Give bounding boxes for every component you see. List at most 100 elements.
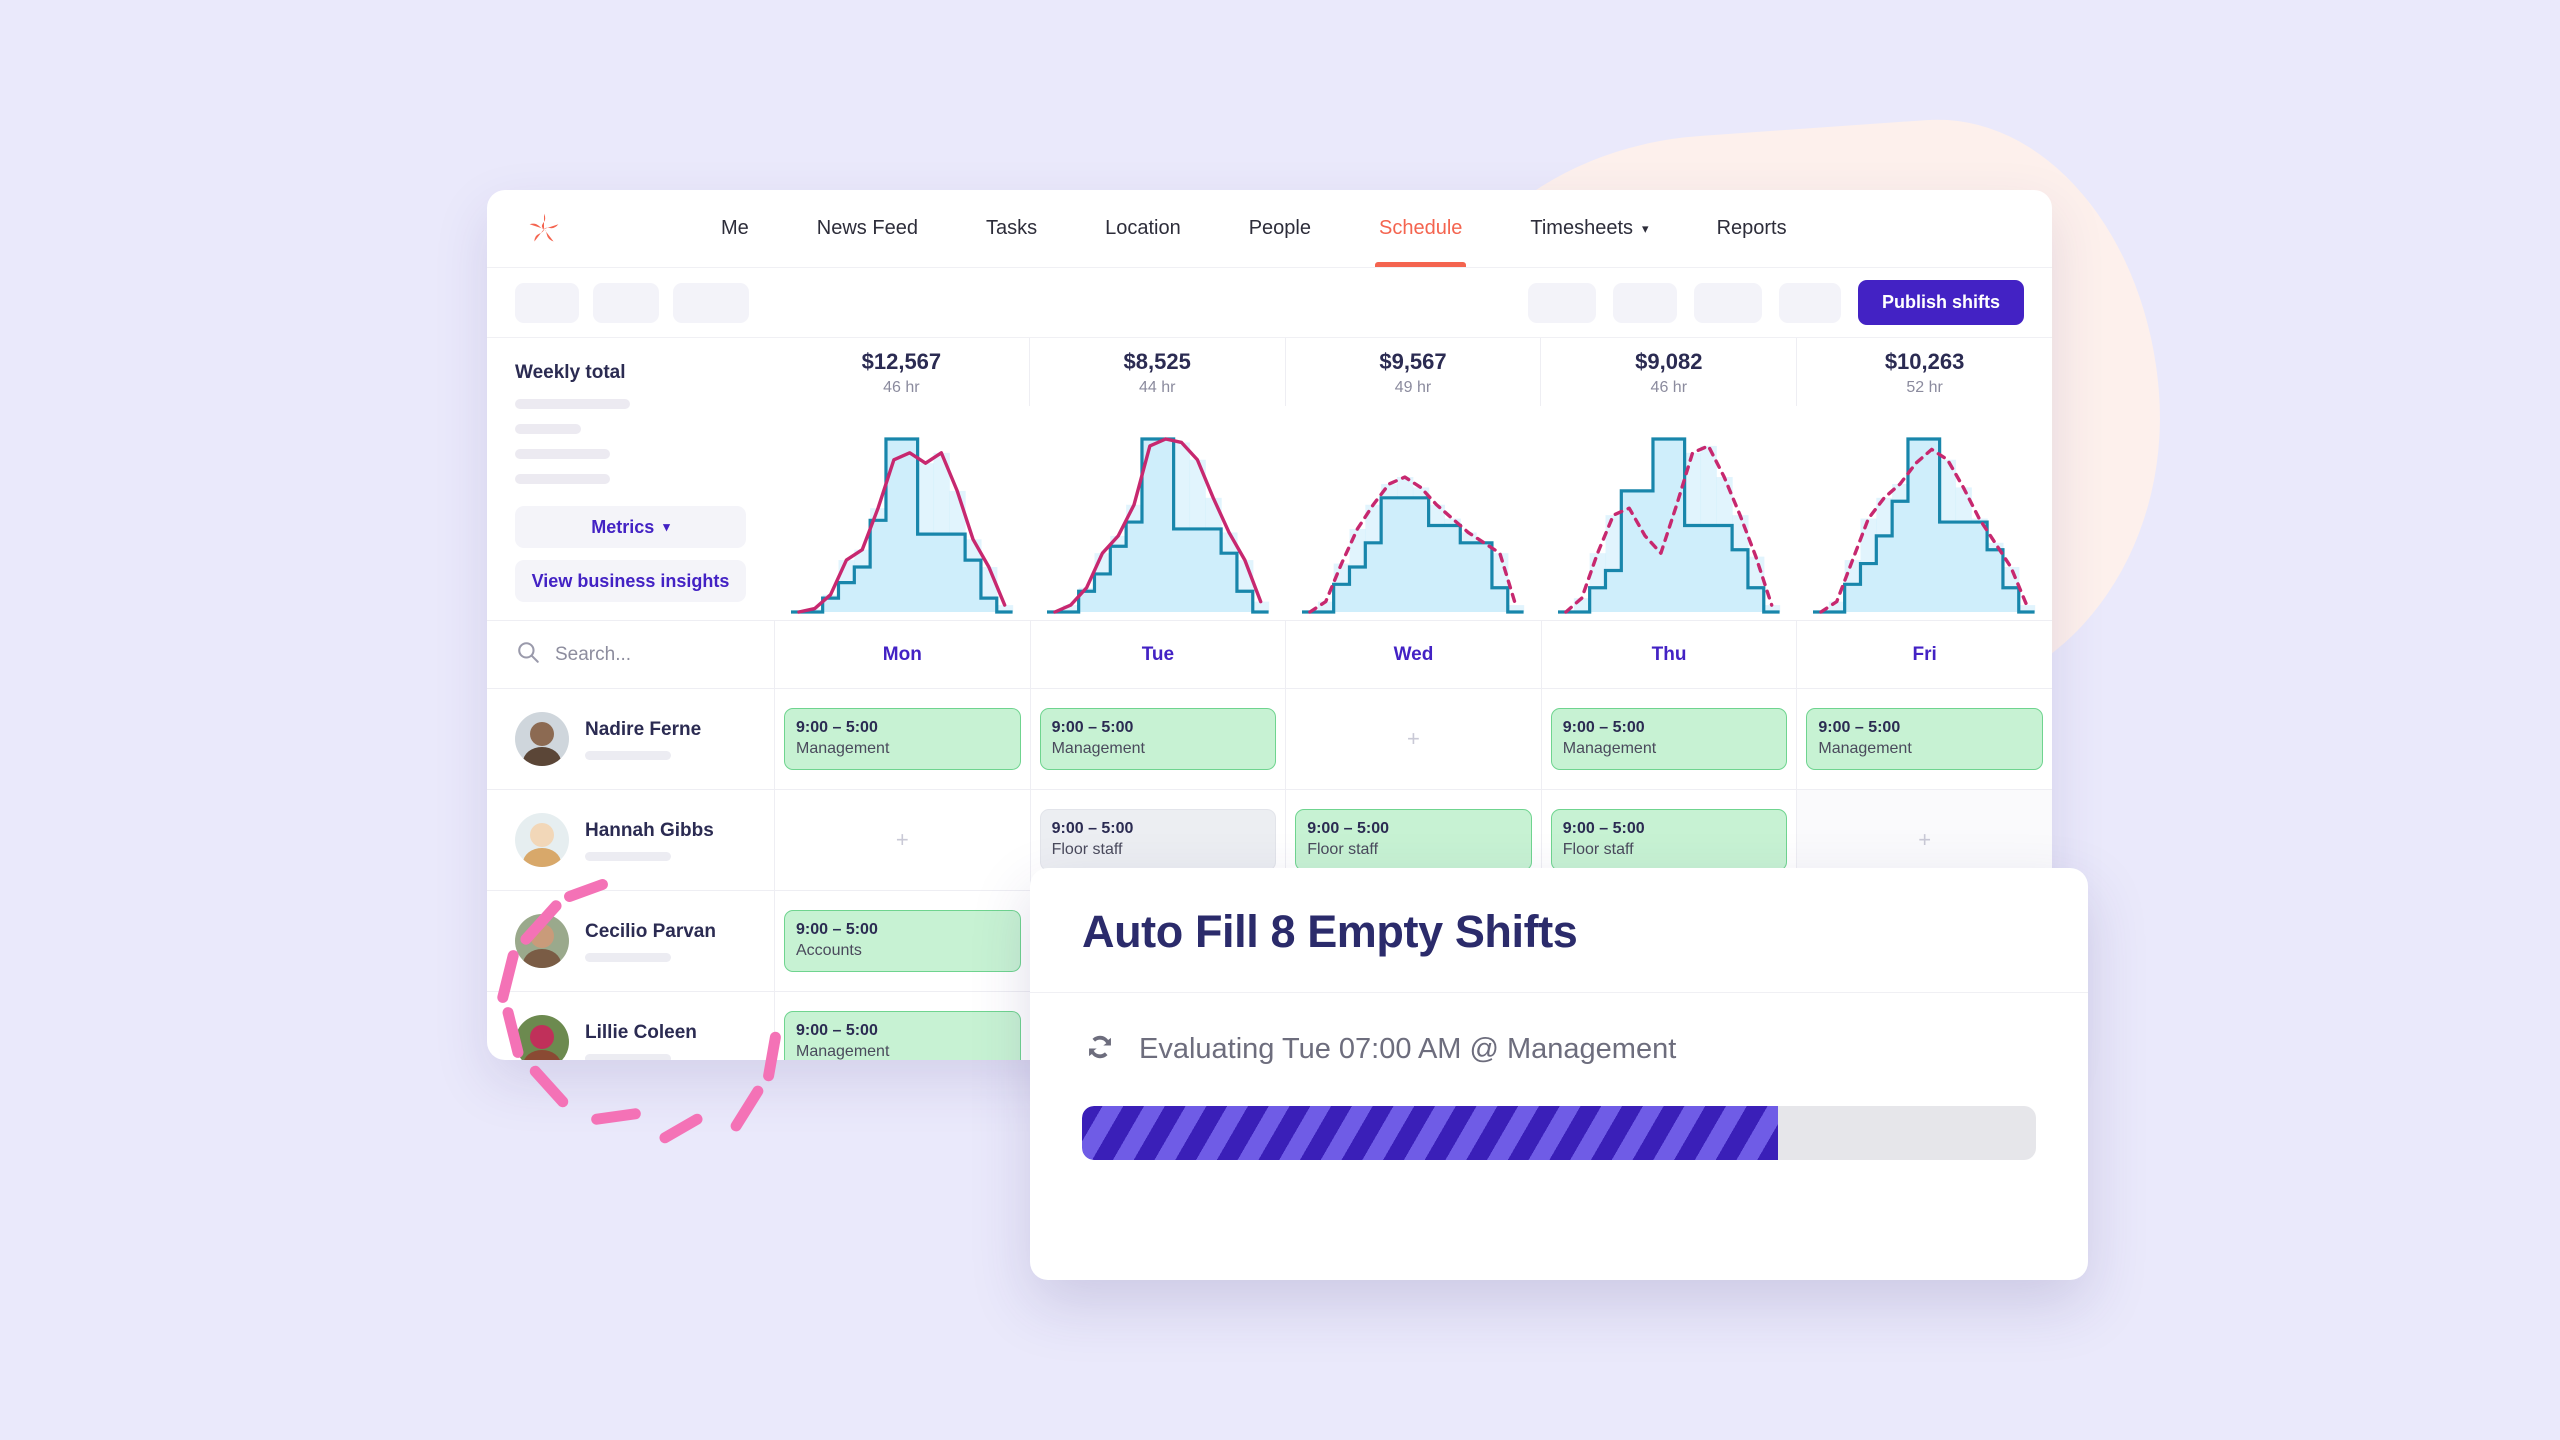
schedule-cell-fri[interactable]: 9:00 – 5:00 Management: [1796, 689, 2052, 789]
burst-ray: [527, 1063, 571, 1110]
schedule-cell-tue[interactable]: 9:00 – 5:00 Management: [1029, 689, 1286, 789]
burst-ray: [590, 1107, 642, 1126]
day-header-fri[interactable]: Fri: [1796, 621, 2052, 688]
shift-card[interactable]: 9:00 – 5:00 Management: [1550, 708, 1788, 770]
day-total-amount: $9,567: [1379, 349, 1447, 374]
person-cell[interactable]: Nadire Ferne: [487, 689, 774, 789]
shift-card[interactable]: 9:00 – 5:00 Floor staff: [1295, 809, 1532, 871]
shift-role: Management: [1818, 740, 1912, 757]
shift-card[interactable]: 9:00 – 5:00 Floor staff: [1039, 809, 1277, 871]
nav-item-news-feed[interactable]: News Feed: [783, 190, 952, 267]
coverage-chart-row: [774, 406, 2052, 620]
publish-shifts-button[interactable]: Publish shifts: [1857, 280, 2024, 325]
view-business-insights-button[interactable]: View business insights: [515, 560, 746, 602]
shift-card[interactable]: 9:00 – 5:00 Management: [1806, 708, 2043, 770]
burst-ray: [562, 877, 610, 904]
nav-item-location[interactable]: Location: [1071, 190, 1215, 267]
schedule-header-row: MonTueWedThuFri: [487, 621, 2052, 689]
metrics-dropdown-label: Metrics: [591, 516, 655, 537]
auto-fill-modal: Auto Fill 8 Empty Shifts Evaluating Tue …: [1030, 868, 2088, 1280]
burst-ray: [657, 1111, 705, 1146]
add-shift-icon[interactable]: +: [896, 829, 909, 851]
schedule-cell-mon[interactable]: 9:00 – 5:00 Management: [774, 689, 1030, 789]
add-shift-icon[interactable]: +: [1407, 728, 1420, 750]
metrics-band: Weekly total Metrics ▾ View business ins…: [487, 338, 2052, 621]
toolbar-action-group: Publish shifts: [1527, 280, 2024, 325]
day-header-wed[interactable]: Wed: [1285, 621, 1541, 688]
person-name: Hannah Gibbs: [585, 819, 714, 841]
day-total-hours: 46 hr: [883, 379, 920, 396]
shift-card[interactable]: 9:00 – 5:00 Management: [784, 708, 1021, 770]
day-total-thu: $9,082 46 hr: [1540, 338, 1796, 406]
shift-role: Floor staff: [1051, 841, 1123, 858]
schedule-cell-mon[interactable]: 9:00 – 5:00 Accounts: [774, 891, 1030, 991]
search-input[interactable]: [555, 643, 725, 666]
day-header-group: Mon Tue Wed Thu Fri: [774, 621, 2052, 688]
shift-card[interactable]: 9:00 – 5:00 Management: [1039, 708, 1277, 770]
shift-card[interactable]: 9:00 – 5:00 Management: [784, 1011, 1021, 1060]
toolbar-option-group: [1527, 282, 1841, 323]
day-header-thu[interactable]: Thu: [1540, 621, 1797, 688]
day-total-amount: $9,082: [1635, 349, 1703, 374]
chevron-down-icon: ▾: [663, 519, 670, 534]
nav-item-tasks[interactable]: Tasks: [952, 190, 1071, 267]
shift-time: 9:00 – 5:00: [796, 921, 878, 938]
person-subtitle-skeleton: [585, 750, 671, 760]
shift-time: 9:00 – 5:00: [796, 1022, 878, 1039]
add-shift-icon[interactable]: +: [1918, 829, 1931, 851]
shift-time: 9:00 – 5:00: [1562, 820, 1645, 837]
modal-header: Auto Fill 8 Empty Shifts: [1030, 868, 2088, 993]
shift-role: Floor staff: [1307, 841, 1379, 858]
day-total-hours: 52 hr: [1906, 379, 1943, 396]
day-header-mon[interactable]: Mon: [774, 621, 1030, 688]
nav-item-label: People: [1248, 217, 1311, 239]
schedule-cell-mon[interactable]: +: [774, 790, 1030, 890]
coverage-chart-fri: [1796, 406, 2052, 620]
modal-body: Evaluating Tue 07:00 AM @ Management: [1030, 993, 2088, 1160]
nav-item-reports[interactable]: Reports: [1683, 190, 1821, 267]
shift-time: 9:00 – 5:00: [796, 719, 878, 736]
screenshot-stage: Me News Feed Tasks Location People Schedule Ti…: [0, 0, 2560, 1440]
day-total-hours: 49 hr: [1394, 379, 1432, 396]
toolbar-filter-pill-3[interactable]: [673, 282, 749, 323]
coverage-chart-wed: [1285, 406, 1541, 620]
metrics-dropdown-button[interactable]: Metrics ▾: [515, 506, 746, 548]
toolbar-filter-pill-1[interactable]: [515, 282, 579, 323]
nav-item-schedule[interactable]: Schedule: [1345, 190, 1496, 267]
modal-status-text: Evaluating Tue 07:00 AM @ Management: [1139, 1033, 1677, 1065]
metrics-skeleton-group: [515, 399, 746, 484]
shift-time: 9:00 – 5:00: [1562, 719, 1645, 736]
metrics-chart-area: $12,567 46 hr $8,525 44 hr $9,567 49 hr $9,082…: [774, 338, 2052, 620]
toolbar-option-pill-3[interactable]: [1693, 282, 1762, 323]
nav-item-timesheets[interactable]: Timesheets ▾: [1496, 190, 1682, 267]
search-icon: [515, 639, 541, 670]
toolbar-option-pill-4[interactable]: [1778, 282, 1841, 323]
schedule-cell-mon[interactable]: 9:00 – 5:00 Management: [774, 992, 1030, 1060]
toolbar-filter-pill-2[interactable]: [593, 282, 659, 323]
schedule-cell-wed[interactable]: +: [1285, 689, 1541, 789]
shift-role: Management: [796, 740, 890, 757]
burst-ray: [501, 1005, 525, 1060]
chevron-down-icon: ▾: [1642, 220, 1649, 236]
coverage-chart-thu: [1541, 406, 1797, 620]
shift-card[interactable]: 9:00 – 5:00 Floor staff: [1550, 809, 1788, 871]
shift-role: Management: [1051, 740, 1145, 757]
shift-card[interactable]: 9:00 – 5:00 Accounts: [784, 910, 1021, 972]
nav-item-label: Reports: [1716, 217, 1787, 239]
day-total-mon: $12,567 46 hr: [774, 338, 1029, 406]
nav-item-label: Location: [1105, 217, 1181, 239]
shift-role: Accounts: [796, 942, 862, 959]
day-header-tue[interactable]: Tue: [1029, 621, 1286, 688]
schedule-cell-thu[interactable]: 9:00 – 5:00 Management: [1540, 689, 1797, 789]
toolbar-option-pill-1[interactable]: [1527, 282, 1596, 323]
pinwheel-logo-icon[interactable]: [521, 206, 567, 252]
schedule-toolbar: Publish shifts: [487, 268, 2052, 338]
shift-time: 9:00 – 5:00: [1051, 820, 1134, 837]
nav-item-me[interactable]: Me: [687, 190, 783, 267]
nav-item-people[interactable]: People: [1215, 190, 1345, 267]
toolbar-option-pill-2[interactable]: [1612, 282, 1677, 323]
progress-bar-fill: [1082, 1106, 1779, 1160]
toolbar-filter-group: [515, 282, 749, 323]
coverage-chart-tue: [1030, 406, 1286, 620]
daily-totals-row: $12,567 46 hr $8,525 44 hr $9,567 49 hr $9,082…: [774, 338, 2052, 406]
